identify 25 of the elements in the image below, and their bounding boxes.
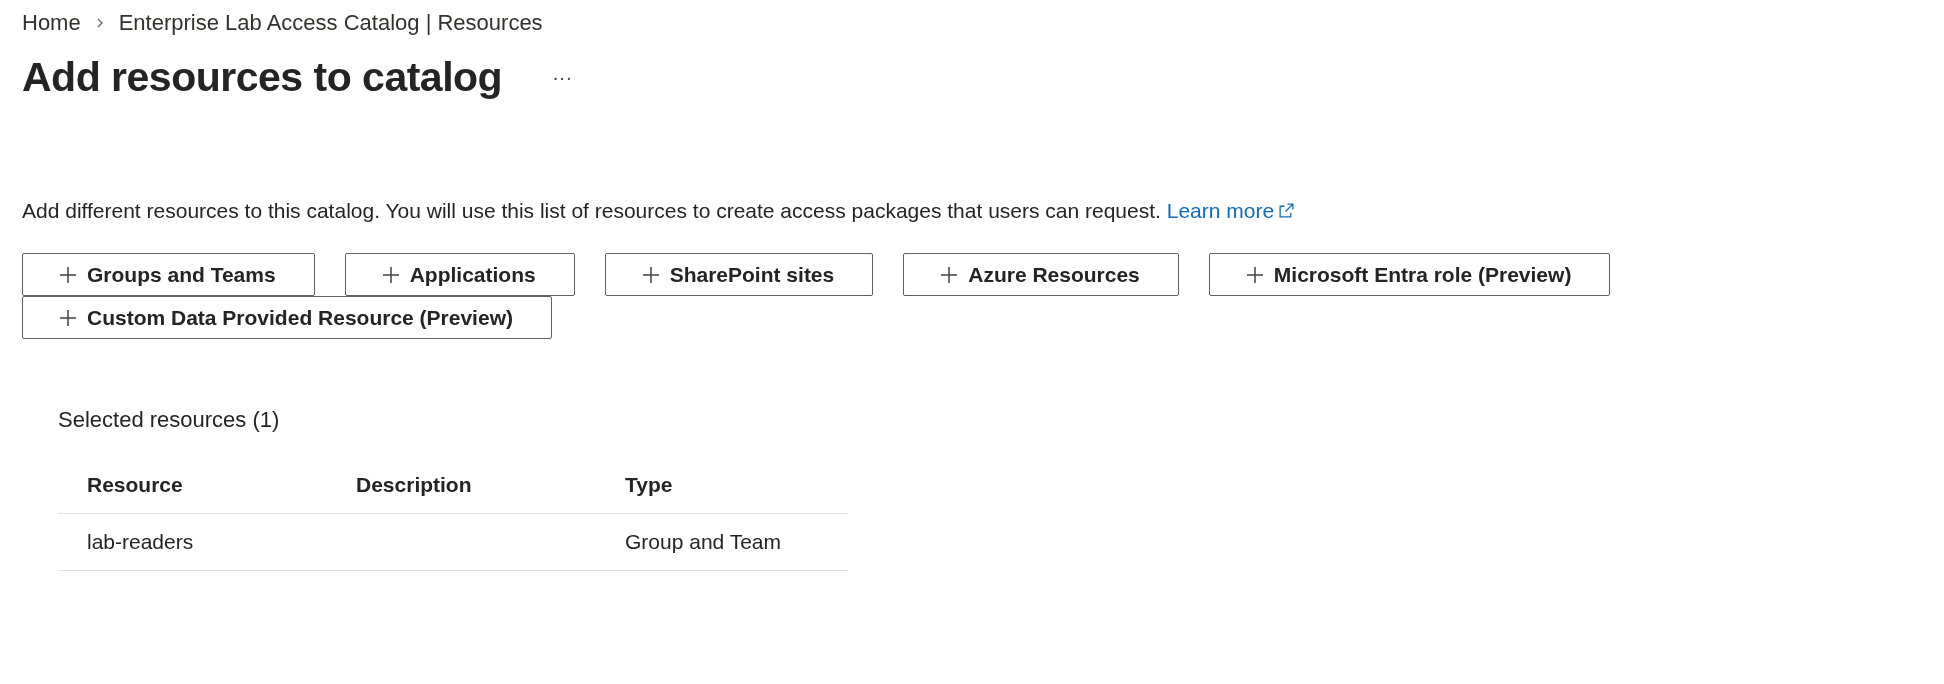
breadcrumb-link[interactable]: Home — [22, 10, 81, 36]
column-header: Type — [596, 457, 848, 514]
learn-more-link[interactable]: Learn more — [1166, 199, 1296, 222]
add-resource-button[interactable]: Microsoft Entra role (Preview) — [1208, 253, 1611, 296]
page-title: Add resources to catalog — [22, 54, 503, 101]
plus-icon — [940, 265, 959, 284]
plus-icon — [59, 308, 77, 327]
plus-icon — [1245, 265, 1264, 284]
plus-icon — [641, 265, 660, 284]
add-resource-button[interactable]: Azure Resources — [903, 253, 1179, 296]
selected-resources-heading: Selected resources (1) — [58, 407, 281, 433]
breadcrumb-link[interactable]: Enterprise Lab Access Catalog | Resources — [118, 10, 543, 36]
add-resource-button[interactable]: Applications — [344, 253, 575, 296]
more-options-button[interactable]: ··· — [546, 64, 579, 91]
add-resource-button[interactable]: Groups and Teams — [22, 253, 315, 296]
external-link-icon — [1278, 202, 1296, 219]
table-cell: Group and Team — [625, 530, 782, 553]
add-resource-button[interactable]: SharePoint sites — [604, 253, 874, 296]
description-text: Add different resources to this catalog. You will use this list of resources to create access packages that users can request. Learn more — [22, 197, 1922, 225]
table-cell: lab-readers — [87, 530, 194, 553]
plus-icon — [381, 265, 400, 284]
column-header: Resource — [58, 457, 327, 514]
plus-icon — [59, 265, 77, 284]
column-header: Description — [327, 457, 596, 514]
add-resource-button[interactable]: Custom Data Provided Resource (Preview) — [22, 296, 552, 339]
